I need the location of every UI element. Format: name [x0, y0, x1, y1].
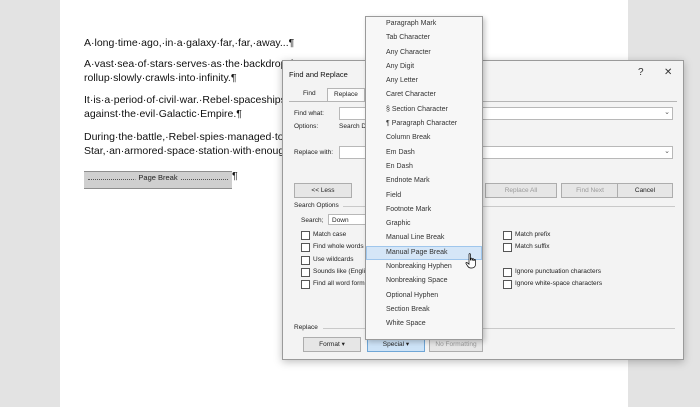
search-direction-label: Search; — [301, 217, 324, 224]
ignore-punctuation-checkbox[interactable] — [503, 268, 512, 277]
doc-line-3: rollup·slowly·crawls·into·infinity.¶ — [84, 72, 237, 84]
ignore-whitespace-checkbox[interactable] — [503, 280, 512, 289]
match-suffix-checkbox[interactable] — [503, 243, 512, 252]
tab-find[interactable]: Find — [297, 88, 322, 100]
chevron-down-icon[interactable]: ⌄ — [664, 147, 670, 155]
find-whole-words-checkbox[interactable] — [301, 243, 310, 252]
page-break-marker: Page Break — [84, 171, 232, 189]
menu-item-paragraph-mark[interactable]: Paragraph Mark — [366, 17, 482, 31]
replace-all-button[interactable]: Replace All — [485, 183, 557, 198]
menu-item-field[interactable]: Field — [366, 189, 482, 203]
menu-item-en-dash[interactable]: En Dash — [366, 160, 482, 174]
menu-item-caret-character[interactable]: Caret Character — [366, 88, 482, 102]
menu-item-column-break[interactable]: Column Break — [366, 131, 482, 145]
menu-item-tab-character[interactable]: Tab Character — [366, 31, 482, 45]
menu-item-footnote-mark[interactable]: Footnote Mark — [366, 203, 482, 217]
doc-line-1: A·long·time·ago,·in·a·galaxy·far,·far,·a… — [84, 37, 295, 49]
menu-item-optional-hyphen[interactable]: Optional Hyphen — [366, 289, 482, 303]
find-next-button[interactable]: Find Next — [561, 183, 619, 198]
search-direction-select[interactable]: Down — [328, 214, 368, 225]
menu-item-section-character[interactable]: § Section Character — [366, 103, 482, 117]
doc-line-5: against·the·evil·Galactic·Empire.¶ — [84, 108, 242, 120]
menu-item-endnote-mark[interactable]: Endnote Mark — [366, 174, 482, 188]
match-prefix-label: Match prefix — [515, 231, 551, 238]
page-break-label: Page Break — [135, 173, 181, 182]
doc-line-2: A·vast·sea·of·stars·serves·as·the·backdr… — [84, 58, 299, 70]
page-break-pilcrow: ¶ — [232, 170, 238, 182]
tab-divider — [289, 101, 677, 102]
use-wildcards-label: Use wildcards — [313, 256, 354, 263]
menu-item-white-space[interactable]: White Space — [366, 317, 482, 331]
menu-item-nonbreaking-space[interactable]: Nonbreaking Space — [366, 274, 482, 288]
replace-with-label: Replace with: — [294, 149, 334, 156]
ignore-punctuation-label: Ignore punctuation characters — [515, 268, 601, 275]
find-all-word-forms-checkbox[interactable] — [301, 280, 310, 289]
format-button[interactable]: Format ▾ — [303, 337, 361, 352]
doc-line-7: Star,·an·armored·space·station·with·enou… — [84, 145, 294, 157]
replace-section-label: Replace — [294, 324, 318, 331]
cancel-button[interactable]: Cancel — [617, 183, 673, 198]
doc-line-6: During·the·battle,·Rebel·spies·managed·t… — [84, 131, 296, 143]
hand-cursor-icon — [465, 253, 476, 269]
help-icon[interactable]: ? — [638, 67, 644, 78]
menu-item-paragraph-character[interactable]: ¶ Paragraph Character — [366, 117, 482, 131]
tab-replace[interactable]: Replace — [327, 88, 365, 101]
less-button[interactable]: << Less — [294, 183, 352, 198]
sounds-like-label: Sounds like (Englis — [313, 268, 369, 275]
match-suffix-label: Match suffix — [515, 243, 550, 250]
find-all-word-forms-label: Find all word form — [313, 280, 365, 287]
menu-item-em-dash[interactable]: Em Dash — [366, 146, 482, 160]
special-menu: Paragraph Mark Tab Character Any Charact… — [365, 16, 483, 340]
menu-item-any-character[interactable]: Any Character — [366, 46, 482, 60]
match-case-checkbox[interactable] — [301, 231, 310, 240]
dialog-title: Find and Replace — [289, 70, 348, 79]
menu-item-section-break[interactable]: Section Break — [366, 303, 482, 317]
doc-line-4: It·is·a·period·of·civil·war.·Rebel·space… — [84, 94, 298, 106]
menu-item-any-letter[interactable]: Any Letter — [366, 74, 482, 88]
menu-item-manual-line-break[interactable]: Manual Line Break — [366, 231, 482, 245]
find-whole-words-label: Find whole words — [313, 243, 364, 250]
match-case-label: Match case — [313, 231, 347, 238]
match-prefix-checkbox[interactable] — [503, 231, 512, 240]
use-wildcards-checkbox[interactable] — [301, 256, 310, 265]
sounds-like-checkbox[interactable] — [301, 268, 310, 277]
ignore-whitespace-label: Ignore white-space characters — [515, 280, 603, 287]
menu-item-any-digit[interactable]: Any Digit — [366, 60, 482, 74]
find-what-label: Find what: — [294, 110, 324, 117]
menu-item-graphic[interactable]: Graphic — [366, 217, 482, 231]
search-options-label: Search Options — [294, 202, 339, 209]
close-icon[interactable]: ✕ — [664, 67, 672, 78]
options-value: Search D — [339, 123, 367, 130]
find-replace-dialog: Find and Replace ? ✕ Find Replace Find w… — [282, 60, 684, 360]
chevron-down-icon[interactable]: ⌄ — [664, 108, 670, 116]
options-label: Options: — [294, 123, 319, 130]
